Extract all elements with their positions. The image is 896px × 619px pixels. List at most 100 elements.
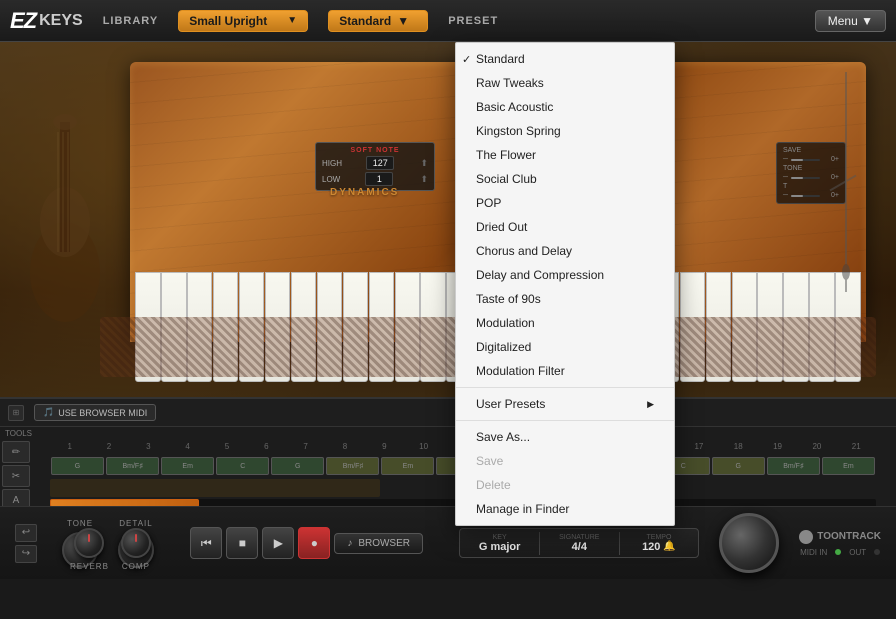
detail-label: DETAIL [119,519,152,528]
logo-keys: KEYS [39,12,83,30]
chord-segment-C[interactable]: C [216,457,269,475]
timeline-num-21: 21 [837,442,876,451]
menu-item-modulation[interactable]: Modulation [456,311,674,335]
low-spinner[interactable]: ⬆ [420,174,428,185]
transport-bar: ↩ ↪ TONE DETAIL ⏮ ■ ▶ ● [0,507,896,579]
high-spinner[interactable]: ⬆ [420,158,428,169]
rewind-icon: ⏮ [201,536,212,551]
rewind-btn[interactable]: ⏮ [190,527,222,559]
menu-button-label: Menu ▼ [828,14,873,28]
menu-item-save-as[interactable]: Save As... [456,425,674,449]
menu-item-the-flower[interactable]: The Flower [456,143,674,167]
instrument-dropdown[interactable]: Small Upright ▼ [178,10,308,32]
play-btn[interactable]: ▶ [262,527,294,559]
signature-label: SIGNATURE [559,534,599,541]
instrument-panel: SOFT NOTE HIGH 127 ⬆ LOW 1 ⬆ DYNAMICS SA… [0,42,896,397]
preset-dropdown-menu: StandardRaw TweaksBasic AcousticKingston… [455,42,675,526]
soft-note-panel: SOFT NOTE HIGH 127 ⬆ LOW 1 ⬆ [315,142,435,191]
record-icon: ● [311,536,318,550]
chord-segment-G[interactable]: G [712,457,765,475]
header: EZ KEYS LIBRARY Small Upright ▼ Standard… [0,0,896,42]
browser-icon: ♪ [347,538,352,549]
timeline-num-18: 18 [719,442,758,451]
chord-segment-Em[interactable]: Em [822,457,875,475]
reverb-knob[interactable] [74,528,104,558]
grid-view-btn[interactable]: ⊞ [8,405,24,421]
instrument-dropdown-chevron: ▼ [287,15,297,26]
menu-item-manage-in-finder[interactable]: Manage in Finder [456,497,674,521]
use-browser-midi-btn[interactable]: 🎵 USE BROWSER MIDI [34,404,156,421]
menu-separator [456,420,674,421]
midi-in-dot [835,549,841,555]
toontrack-label: TOONTRACK [817,531,881,542]
menu-item-save: Save [456,449,674,473]
timeline-num-6: 6 [247,442,286,451]
stop-btn[interactable]: ■ [226,527,258,559]
menu-item-standard[interactable]: Standard [456,47,674,71]
key-label: KEY [493,534,507,541]
low-value: 1 [365,172,393,186]
menu-button[interactable]: Menu ▼ [815,10,886,32]
menu-item-delay-and-compression[interactable]: Delay and Compression [456,263,674,287]
metronome-icon: 🔔 [663,541,675,552]
menu-item-pop[interactable]: POP [456,191,674,215]
menu-item-chorus-and-delay[interactable]: Chorus and Delay [456,239,674,263]
chord-segment-BmF[interactable]: Bm/F♯ [326,457,379,475]
browser-label: BROWSER [358,538,410,549]
stop-icon: ■ [239,536,246,550]
timeline-num-7: 7 [286,442,325,451]
tone-label: TONE [67,519,93,528]
midi-bar: ⊞ 🎵 USE BROWSER MIDI [0,399,896,427]
menu-item-digitalized[interactable]: Digitalized [456,335,674,359]
menu-item-dried-out[interactable]: Dried Out [456,215,674,239]
pencil-tool[interactable]: ✏ [2,441,30,463]
comp-knob[interactable] [121,528,151,558]
menu-item-modulation-filter[interactable]: Modulation Filter [456,359,674,383]
menu-item-taste-of-90s[interactable]: Taste of 90s [456,287,674,311]
high-label: HIGH [322,159,342,168]
browser-btn[interactable]: ♪ BROWSER [334,533,423,554]
signature-section: SIGNATURE 4/4 [540,532,620,555]
undo-btn[interactable]: ↩ [15,524,37,542]
chord-segment-Em[interactable]: Em [161,457,214,475]
reverb-comp-group: REVERB COMP [70,528,151,571]
chord-segment-G[interactable]: G [271,457,324,475]
high-value: 127 [366,156,394,170]
chord-segment-G[interactable]: G [51,457,104,475]
toontrack-logo: TOONTRACK [799,530,881,544]
tempo-label: TEMPO [647,534,672,541]
chord-segment-Em[interactable]: Em [381,457,434,475]
menu-item-delete: Delete [456,473,674,497]
timeline-num-3: 3 [129,442,168,451]
midi-indicators: MIDI IN OUT [800,548,880,557]
menu-item-user-presets[interactable]: User Presets [456,392,674,416]
controls-panel: ⊞ 🎵 USE BROWSER MIDI TOOLS ✏ ✂ A 1234567… [0,397,896,577]
instrument-name: Small Upright [189,14,267,28]
preset-value: Standard [339,14,391,28]
play-icon: ▶ [274,536,283,550]
menu-item-kingston-spring[interactable]: Kingston Spring [456,119,674,143]
midi-in-label: MIDI IN [800,548,827,557]
key-section: KEY G major [460,532,540,555]
menu-item-social-club[interactable]: Social Club [456,167,674,191]
scissors-tool[interactable]: ✂ [2,465,30,487]
tools-label: TOOLS [5,429,32,438]
redo-btn[interactable]: ↪ [15,545,37,563]
chord-segment-BmF[interactable]: Bm/F♯ [106,457,159,475]
text-tool[interactable]: A [2,489,30,507]
chord-segment-BmF[interactable]: Bm/F♯ [767,457,820,475]
timeline-num-20: 20 [797,442,836,451]
transport-buttons: ⏮ ■ ▶ ● ♪ BROWSER [174,527,439,559]
tempo-value: 120 [642,541,660,553]
menu-item-basic-acoustic[interactable]: Basic Acoustic [456,95,674,119]
timeline-num-4: 4 [168,442,207,451]
menu-item-raw-tweaks[interactable]: Raw Tweaks [456,71,674,95]
logo-ez: EZ [10,8,36,34]
app-logo: EZ KEYS [10,8,83,34]
toontrack-section: TOONTRACK MIDI IN OUT [799,530,881,557]
timeline-area: TOOLS ✏ ✂ A 1234567891011121314151617181… [0,427,896,507]
master-volume-knob[interactable] [719,513,779,573]
record-btn[interactable]: ● [298,527,330,559]
timeline-num-19: 19 [758,442,797,451]
preset-dropdown[interactable]: Standard ▼ [328,10,428,32]
